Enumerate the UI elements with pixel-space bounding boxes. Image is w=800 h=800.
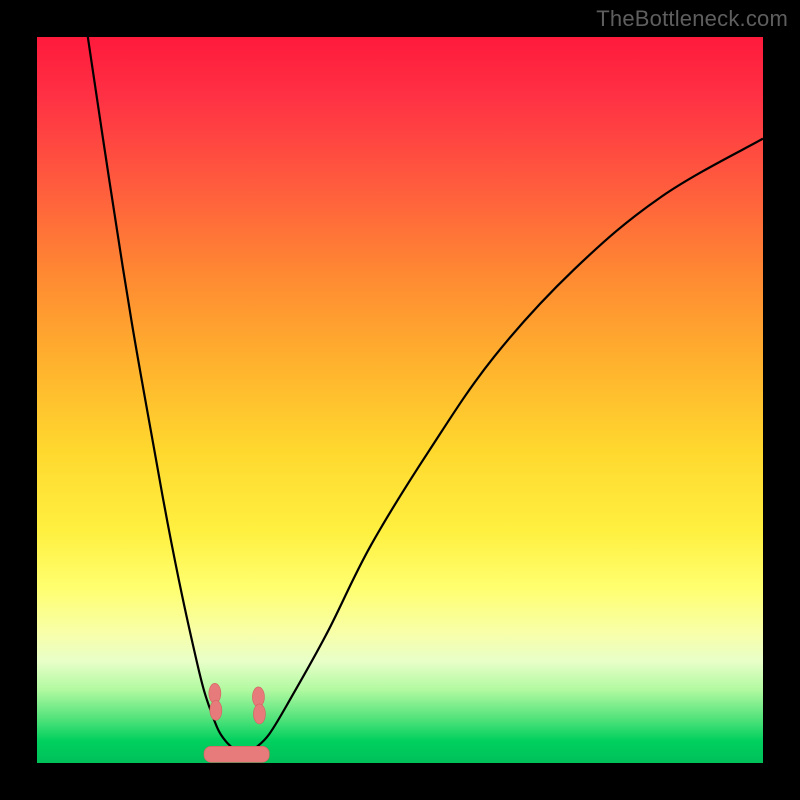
chart-frame: TheBottleneck.com xyxy=(0,0,800,800)
curve-left-branch xyxy=(88,37,233,748)
right-marker-lower xyxy=(253,704,265,724)
plot-area xyxy=(37,37,763,763)
left-marker-lower xyxy=(210,700,222,720)
watermark-text: TheBottleneck.com xyxy=(596,6,788,32)
markers-group xyxy=(209,683,266,724)
curves-svg xyxy=(37,37,763,763)
bottom-pill xyxy=(204,746,269,762)
curve-right-branch xyxy=(255,139,763,749)
